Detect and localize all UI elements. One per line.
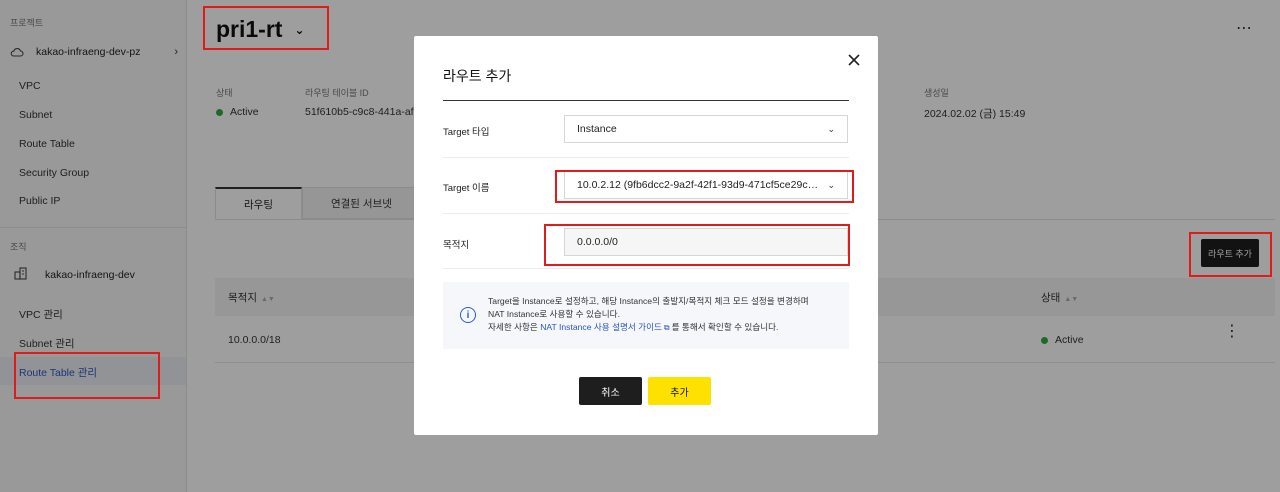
info-line-3: 자세한 사항은 NAT Instance 사용 설명서 가이드 ⧉ 를 통해서 확인…	[488, 321, 833, 334]
confirm-add-button[interactable]: 추가	[648, 377, 711, 405]
highlight-destination	[544, 224, 850, 266]
external-link-icon[interactable]: ⧉	[664, 321, 670, 334]
info-line-2: NAT Instance로 사용할 수 있습니다.	[488, 309, 620, 319]
target-type-value: Instance	[577, 123, 617, 135]
info-line-3-suffix: 를 통해서 확인할 수 있습니다.	[671, 322, 779, 332]
cancel-button[interactable]: 취소	[579, 377, 642, 405]
form-row-divider	[443, 157, 849, 158]
highlight-add-route-button	[1189, 232, 1272, 277]
close-icon[interactable]	[846, 52, 862, 68]
info-line-3-prefix: 자세한 사항은	[488, 322, 541, 332]
info-text: Target을 Instance로 설정하고, 해당 Instance의 출발지…	[488, 295, 833, 334]
nat-guide-link[interactable]: NAT Instance 사용 설명서 가이드	[540, 322, 662, 332]
info-box: i Target을 Instance로 설정하고, 해당 Instance의 출…	[443, 282, 849, 349]
chevron-down-icon: ⌄	[827, 123, 835, 134]
form-row-divider	[443, 268, 849, 269]
target-name-label: Target 이름	[443, 183, 490, 194]
destination-label: 목적지	[443, 240, 470, 251]
form-row-divider	[443, 213, 849, 214]
target-type-label: Target 타입	[443, 127, 490, 138]
target-type-select[interactable]: Instance ⌄	[564, 115, 848, 143]
info-icon: i	[460, 307, 476, 323]
add-route-modal: 라우트 추가 Target 타입 Instance ⌄ Target 이름 10…	[414, 36, 878, 435]
modal-header-divider	[443, 100, 849, 101]
modal-title: 라우트 추가	[443, 68, 512, 84]
highlight-sidebar-route-table-manage	[14, 352, 160, 399]
info-line-1: Target을 Instance로 설정하고, 해당 Instance의 출발지…	[488, 296, 809, 306]
highlight-title	[203, 6, 329, 50]
highlight-target-name	[555, 170, 854, 203]
